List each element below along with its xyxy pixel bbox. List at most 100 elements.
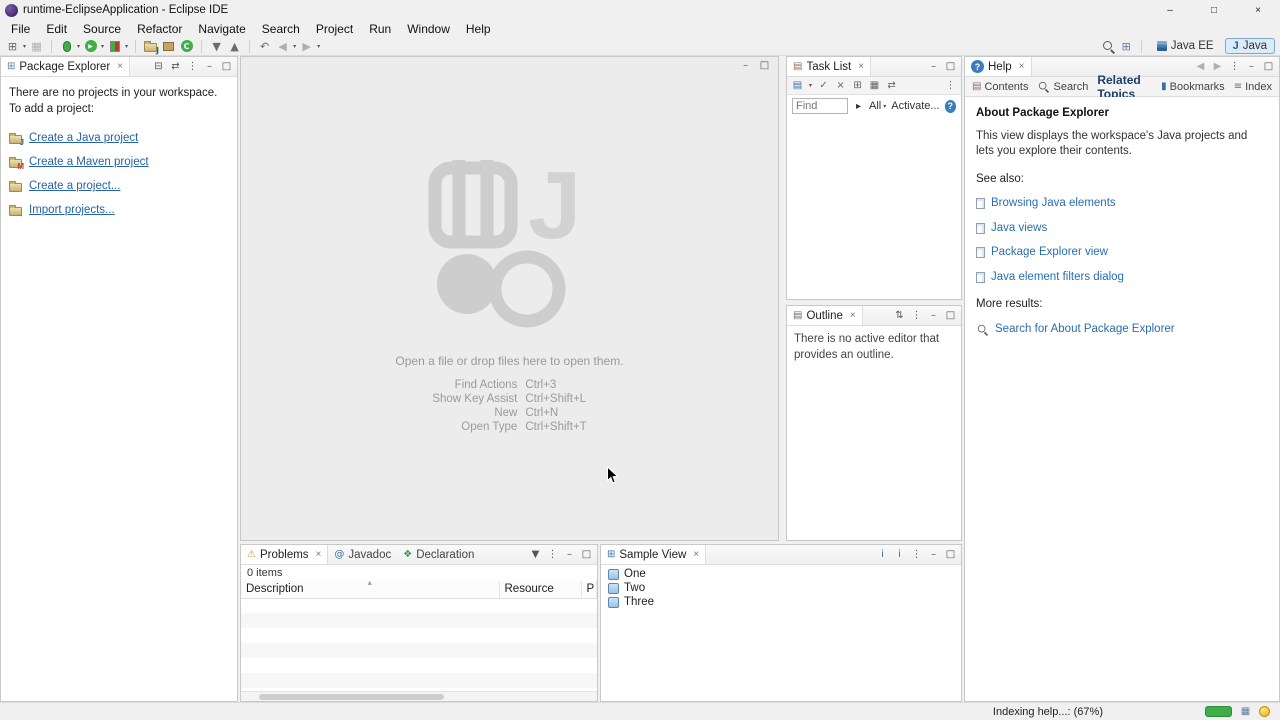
tab-package-explorer[interactable]: ⊞ Package Explorer × [1, 57, 131, 76]
new-package-icon[interactable] [161, 38, 176, 54]
minimize-icon[interactable]: – [564, 549, 575, 560]
window-maximize-icon[interactable]: □ [1192, 0, 1236, 20]
editor-area[interactable]: – □ J Open a file or drop files here to … [240, 56, 779, 541]
list-item[interactable]: One [601, 567, 961, 581]
table-row[interactable] [241, 628, 597, 643]
close-icon[interactable]: × [316, 549, 322, 560]
dropdown-icon[interactable]: ▾ [125, 43, 128, 50]
window-minimize-icon[interactable]: – [1148, 0, 1192, 20]
expand-icon[interactable]: ▸ [853, 101, 864, 112]
create-java-project-link[interactable]: J Create a Java project [9, 130, 229, 146]
close-icon[interactable]: × [850, 310, 856, 321]
open-perspective-icon[interactable]: ⊞ [1119, 38, 1134, 54]
menu-item-refactor[interactable]: Refactor [129, 22, 190, 36]
mark-complete-icon[interactable]: ✓ [818, 80, 829, 91]
create-project-link[interactable]: Create a project... [9, 178, 229, 194]
maximize-icon[interactable]: □ [945, 549, 956, 560]
help-link-label[interactable]: Java views [991, 221, 1047, 237]
create-maven-project-label[interactable]: Create a Maven project [29, 154, 149, 170]
link-with-editor-icon[interactable]: ⇄ [886, 80, 897, 91]
minimize-icon[interactable]: – [1246, 61, 1257, 72]
find-input[interactable] [792, 98, 848, 114]
horizontal-scrollbar[interactable] [241, 691, 597, 701]
dropdown-icon[interactable]: ▾ [293, 43, 296, 50]
view-menu-icon[interactable]: ⋮ [1229, 61, 1240, 72]
perspective-java-ee-button[interactable]: Java EE [1149, 38, 1222, 54]
coverage-icon[interactable] [107, 38, 122, 54]
table-row[interactable] [241, 598, 597, 613]
scrollbar-thumb[interactable] [259, 694, 444, 700]
menu-item-navigate[interactable]: Navigate [190, 22, 253, 36]
close-icon[interactable]: × [693, 549, 699, 560]
info-icon[interactable]: i [877, 549, 888, 560]
maximize-icon[interactable]: □ [221, 61, 232, 72]
categorized-view-icon[interactable]: ⊞ [852, 80, 863, 91]
menu-item-window[interactable]: Window [399, 22, 458, 36]
table-row[interactable] [241, 643, 597, 658]
next-annotation-icon[interactable]: ▼ [209, 38, 224, 54]
help-tab-bookmarks[interactable]: ▮ Bookmarks [1161, 81, 1225, 93]
view-menu-icon[interactable]: ⋮ [945, 80, 956, 91]
help-link-label[interactable]: Package Explorer view [991, 245, 1108, 261]
link-with-editor-icon[interactable]: ⇄ [170, 61, 181, 72]
help-link-item[interactable]: Java views [976, 221, 1268, 237]
perspective-java-button[interactable]: J Java [1224, 38, 1275, 54]
maximize-icon[interactable]: □ [945, 61, 956, 72]
view-menu-icon[interactable]: ⋮ [547, 549, 558, 560]
minimize-icon[interactable]: – [928, 310, 939, 321]
task-list-body[interactable] [787, 117, 961, 299]
tab-problems[interactable]: ⚠ Problems × [241, 545, 329, 564]
create-maven-project-link[interactable]: M Create a Maven project [9, 154, 229, 170]
delete-task-icon[interactable]: × [835, 80, 846, 91]
maximize-icon[interactable]: □ [581, 549, 592, 560]
search-icon[interactable] [1101, 38, 1116, 54]
close-icon[interactable]: × [117, 61, 123, 72]
table-row[interactable] [241, 658, 597, 673]
minimize-icon[interactable]: – [928, 61, 939, 72]
import-projects-label[interactable]: Import projects... [29, 202, 115, 218]
list-item[interactable]: Three [601, 595, 961, 609]
collapse-all-icon[interactable]: ⊟ [153, 61, 164, 72]
dropdown-icon[interactable]: ▾ [77, 43, 80, 50]
help-link-item[interactable]: Browsing Java elements [976, 196, 1268, 212]
minimize-icon[interactable]: – [928, 549, 939, 560]
column-path[interactable]: P [581, 581, 597, 599]
new-wizard-icon[interactable]: ⊞ [5, 38, 20, 54]
help-link-item[interactable]: Java element filters dialog [976, 270, 1268, 286]
window-close-icon[interactable]: × [1236, 0, 1280, 20]
maximize-icon[interactable]: □ [1263, 61, 1274, 72]
dropdown-icon[interactable]: ▾ [809, 82, 812, 89]
debug-icon[interactable] [59, 38, 74, 54]
help-tab-search[interactable]: Search [1037, 80, 1088, 93]
close-icon[interactable]: × [1019, 61, 1025, 72]
menu-item-run[interactable]: Run [361, 22, 399, 36]
menu-item-help[interactable]: Help [458, 22, 499, 36]
tab-sample-view[interactable]: ⊞ Sample View × [601, 545, 707, 564]
column-description[interactable]: ▴ Description [241, 581, 500, 599]
activate-button[interactable]: Activate... [891, 100, 939, 112]
filter-icon[interactable]: ▼ [530, 549, 541, 560]
maximize-icon[interactable]: □ [945, 310, 956, 321]
menu-item-search[interactable]: Search [254, 22, 308, 36]
menu-item-edit[interactable]: Edit [38, 22, 75, 36]
view-menu-icon[interactable]: ⋮ [187, 61, 198, 72]
previous-annotation-icon[interactable]: ▲ [227, 38, 242, 54]
new-class-icon[interactable]: C [179, 38, 194, 54]
tab-declaration[interactable]: ❖ Declaration [397, 545, 480, 564]
question-icon[interactable]: ? [944, 99, 956, 113]
scope-dropdown[interactable]: All ▾ [869, 100, 886, 112]
close-icon[interactable]: × [858, 61, 864, 72]
minimize-icon[interactable]: – [204, 61, 215, 72]
back-icon[interactable]: ◀ [1195, 61, 1206, 72]
progress-view-icon[interactable]: ▦ [1240, 706, 1251, 717]
create-project-label[interactable]: Create a project... [29, 178, 120, 194]
view-menu-icon[interactable]: ⋮ [911, 310, 922, 321]
view-menu-icon[interactable]: ⋮ [911, 549, 922, 560]
new-java-project-icon[interactable]: J [143, 38, 159, 54]
tab-outline[interactable]: ▤ Outline × [787, 306, 863, 325]
scheduled-view-icon[interactable]: ▦ [869, 80, 880, 91]
menu-item-file[interactable]: File [3, 22, 38, 36]
menu-item-source[interactable]: Source [75, 22, 129, 36]
dropdown-icon[interactable]: ▾ [23, 43, 26, 50]
dropdown-icon[interactable]: ▾ [317, 43, 320, 50]
